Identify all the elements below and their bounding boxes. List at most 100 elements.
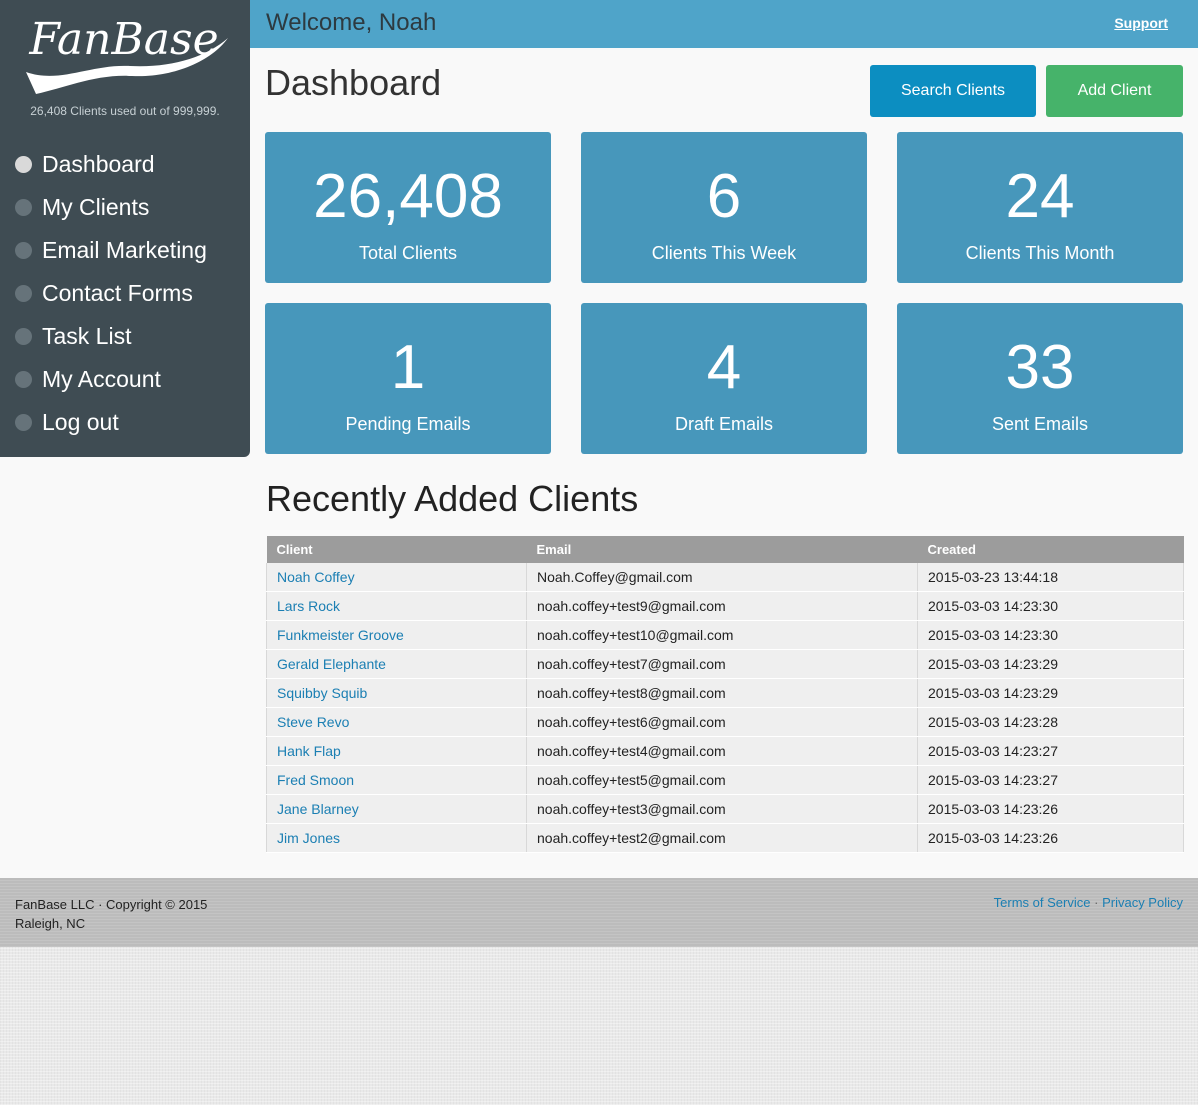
page-title: Dashboard: [265, 62, 442, 103]
client-created: 2015-03-03 14:23:27: [917, 765, 1184, 795]
stat-label: Total Clients: [358, 243, 458, 263]
column-header-created[interactable]: Created: [917, 536, 1184, 563]
stat-value: 4: [706, 333, 742, 402]
recent-clients-title: Recently Added Clients: [266, 478, 639, 519]
client-name-link[interactable]: Gerald Elephante: [266, 649, 527, 679]
nav-label: Log out: [42, 409, 119, 435]
client-email: noah.coffey+test7@gmail.com: [526, 649, 918, 679]
bullet-icon: [15, 156, 32, 173]
recent-clients-table: Client Email Created Noah Coffey Noah.Cof…: [266, 536, 1184, 853]
client-name-link[interactable]: Funkmeister Groove: [266, 620, 527, 650]
client-email: noah.coffey+test2@gmail.com: [526, 823, 918, 853]
client-created: 2015-03-03 14:23:26: [917, 794, 1184, 824]
table-row: Jim Jones noah.coffey+test2@gmail.com 2015…: [266, 823, 1184, 853]
welcome-text: Welcome, Noah: [266, 9, 437, 36]
nav-item-task-list[interactable]: Task List: [0, 315, 250, 358]
nav-label: Contact Forms: [42, 280, 193, 306]
column-header-client[interactable]: Client: [266, 536, 527, 563]
search-clients-button[interactable]: Search Clients: [870, 65, 1036, 117]
stat-value: 1: [390, 333, 426, 402]
bullet-icon: [15, 414, 32, 431]
privacy-policy-link[interactable]: Privacy Policy: [1102, 895, 1183, 910]
client-created: 2015-03-03 14:23:27: [917, 736, 1184, 766]
client-email: noah.coffey+test6@gmail.com: [526, 707, 918, 737]
stat-label: Pending Emails: [345, 414, 471, 434]
client-created: 2015-03-03 14:23:29: [917, 649, 1184, 679]
logo-wordmark: FanBase: [28, 14, 218, 65]
client-created: 2015-03-03 14:23:29: [917, 678, 1184, 708]
column-header-email[interactable]: Email: [526, 536, 918, 563]
bullet-icon: [15, 242, 32, 259]
footer: FanBase LLC · Copyright © 2015 Raleigh, …: [0, 878, 1198, 947]
stat-card-total-clients: 26,408 Total Clients: [265, 132, 551, 283]
copyright-text: FanBase LLC · Copyright © 2015: [15, 897, 208, 912]
fanbase-logo[interactable]: FanBase: [20, 8, 232, 96]
client-email: noah.coffey+test8@gmail.com: [526, 678, 918, 708]
top-bar: Welcome, Noah Support: [250, 0, 1198, 48]
stat-value: 26,408: [313, 162, 503, 231]
stat-card-draft-emails: 4 Draft Emails: [581, 303, 867, 454]
client-name-link[interactable]: Steve Revo: [266, 707, 527, 737]
stat-card-clients-this-month: 24 Clients This Month: [897, 132, 1183, 283]
client-email: Noah.Coffey@gmail.com: [526, 563, 918, 592]
client-name-link[interactable]: Jim Jones: [266, 823, 527, 853]
client-created: 2015-03-23 13:44:18: [917, 563, 1184, 592]
table-row: Jane Blarney noah.coffey+test3@gmail.com 2…: [266, 794, 1184, 824]
terms-of-service-link[interactable]: Terms of Service: [994, 895, 1091, 910]
nav-label: Task List: [42, 323, 132, 349]
table-row: Lars Rock noah.coffey+test9@gmail.com 2015…: [266, 591, 1184, 621]
client-created: 2015-03-03 14:23:26: [917, 823, 1184, 853]
stat-card-pending-emails: 1 Pending Emails: [265, 303, 551, 454]
client-name-link[interactable]: Fred Smoon: [266, 765, 527, 795]
nav-item-my-clients[interactable]: My Clients: [0, 186, 250, 229]
client-name-link[interactable]: Jane Blarney: [266, 794, 527, 824]
nav-label: Dashboard: [42, 151, 155, 177]
footer-links: Terms of Service · Privacy Policy: [994, 895, 1183, 910]
nav-item-dashboard[interactable]: Dashboard: [0, 143, 250, 186]
table-row: Funkmeister Groove noah.coffey+test10@gma…: [266, 620, 1184, 650]
stat-label: Draft Emails: [674, 414, 773, 434]
stat-card-clients-this-week: 6 Clients This Week: [581, 132, 867, 283]
table-row: Squibby Squib noah.coffey+test8@gmail.com…: [266, 678, 1184, 708]
table-row: Noah Coffey Noah.Coffey@gmail.com 2015-03-…: [266, 563, 1184, 592]
client-name-link[interactable]: Noah Coffey: [266, 563, 527, 592]
nav-label: My Clients: [42, 194, 150, 220]
client-name-link[interactable]: Squibby Squib: [266, 678, 527, 708]
client-created: 2015-03-03 14:23:30: [917, 591, 1184, 621]
bullet-icon: [15, 371, 32, 388]
client-email: noah.coffey+test9@gmail.com: [526, 591, 918, 621]
sidebar: FanBase 26,408 Clients used out of 999,9…: [0, 0, 250, 457]
bullet-icon: [15, 199, 32, 216]
stat-label: Clients This Week: [651, 243, 797, 263]
support-link[interactable]: Support: [1114, 15, 1168, 31]
nav-item-contact-forms[interactable]: Contact Forms: [0, 272, 250, 315]
table-row: Hank Flap noah.coffey+test4@gmail.com 2015…: [266, 736, 1184, 766]
client-email: noah.coffey+test5@gmail.com: [526, 765, 918, 795]
stat-label: Sent Emails: [991, 414, 1089, 434]
table-row: Fred Smoon noah.coffey+test5@gmail.com 201…: [266, 765, 1184, 795]
footer-info: FanBase LLC · Copyright © 2015 Raleigh, …: [15, 895, 207, 933]
add-client-button[interactable]: Add Client: [1046, 65, 1183, 117]
location-text: Raleigh, NC: [15, 916, 86, 931]
stat-value: 33: [1005, 333, 1075, 402]
bullet-icon: [15, 285, 32, 302]
table-row: Gerald Elephante noah.coffey+test7@gmail.…: [266, 649, 1184, 679]
client-email: noah.coffey+test3@gmail.com: [526, 794, 918, 824]
nav-item-email-marketing[interactable]: Email Marketing: [0, 229, 250, 272]
stat-value: 6: [706, 162, 742, 231]
client-created: 2015-03-03 14:23:30: [917, 620, 1184, 650]
nav-item-my-account[interactable]: My Account: [0, 358, 250, 401]
table-header-row: Client Email Created: [266, 536, 1184, 563]
bullet-icon: [15, 328, 32, 345]
footer-separator: ·: [1094, 895, 1099, 910]
client-email: noah.coffey+test10@gmail.com: [526, 620, 918, 650]
client-created: 2015-03-03 14:23:28: [917, 707, 1184, 737]
nav-label: Email Marketing: [42, 237, 207, 263]
nav-label: My Account: [42, 366, 161, 392]
client-name-link[interactable]: Lars Rock: [266, 591, 527, 621]
client-name-link[interactable]: Hank Flap: [266, 736, 527, 766]
stat-label: Clients This Month: [965, 243, 1115, 263]
nav-item-log-out[interactable]: Log out: [0, 401, 250, 444]
stat-value: 24: [1005, 162, 1075, 231]
table-row: Steve Revo noah.coffey+test6@gmail.com 201…: [266, 707, 1184, 737]
